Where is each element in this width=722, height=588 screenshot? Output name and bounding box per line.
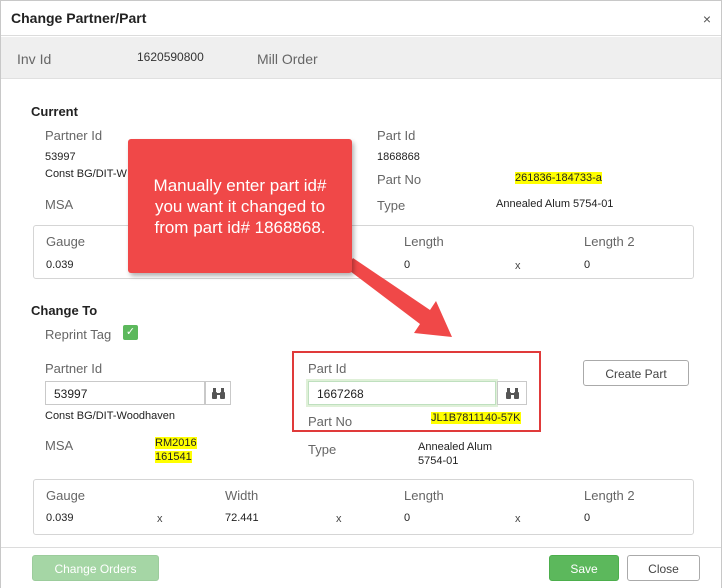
width-value: 72.441 [225,512,259,524]
reprint-tag-checkbox[interactable]: ✓ [123,325,138,340]
length2-value: 0 [584,512,591,524]
msa-label: MSA [45,438,74,453]
current-length-label: Length [404,234,444,249]
partner-id-label: Partner Id [45,361,103,376]
callout-line-2: you want it changed to [154,197,326,216]
current-part-id-label: Part Id [377,128,416,143]
length2-label: Length 2 [584,488,635,503]
change-orders-button[interactable]: Change Orders [32,555,159,581]
current-x-sign: x [515,260,521,272]
binoculars-icon [212,388,225,399]
annotation-highlight-box [292,351,541,432]
x-sign-3: x [515,513,521,525]
close-button[interactable]: Close [627,555,700,581]
partner-name: Const BG/DIT-Woodhaven [45,410,176,422]
length-value: 0 [404,512,411,524]
x-sign-2: x [336,513,342,525]
type-label: Type [308,442,337,457]
save-button[interactable]: Save [549,555,619,581]
width-label: Width [225,488,259,503]
current-part-no-value: 261836-184733-a [515,172,602,184]
current-length2-label: Length 2 [584,234,635,249]
current-type-value: Annealed Alum 5754-01 [496,198,614,210]
partner-id-input[interactable]: 53997 [45,381,205,405]
inventory-info-bar: Inv Id 1620590800 Mill Order [1,37,721,79]
x-sign-1: x [157,513,163,525]
current-msa-label: MSA [45,197,74,212]
current-length2-value: 0 [584,259,591,271]
dialog-footer: Change Orders Save Close [1,547,721,588]
current-partner-name: Const BG/DIT-W [45,168,127,180]
reprint-tag-label: Reprint Tag [45,327,112,342]
callout-line-3: from part id# 1868868. [154,218,326,237]
dialog-title: Change Partner/Part [11,10,147,26]
current-partner-id-value: 53997 [45,151,76,163]
inv-id-value: 1620590800 [137,50,204,64]
annotation-callout: Manually enter part id# you want it chan… [128,139,352,273]
length-label: Length [404,488,444,503]
change-partner-part-dialog: Change Partner/Part × Inv Id 1620590800 … [0,0,722,588]
type-value-line2: 5754-01 [418,455,459,467]
current-partner-id-label: Partner Id [45,128,103,143]
gauge-label: Gauge [46,488,86,503]
partner-search-button[interactable] [205,381,231,405]
gauge-value: 0.039 [46,512,74,524]
new-dimensions-panel: Gauge 0.039 x Width 72.441 x Length 0 x … [33,479,694,535]
create-part-button[interactable]: Create Part [583,360,689,386]
current-type-label: Type [377,198,406,213]
msa-value-line1: RM2016 [155,437,197,449]
current-gauge-label: Gauge [46,234,86,249]
current-part-no-label: Part No [377,172,422,187]
mill-order-label: Mill Order [257,51,318,67]
type-value-line1: Annealed Alum [418,441,492,453]
callout-line-1: Manually enter part id# [153,176,327,195]
close-icon[interactable]: × [703,12,711,26]
dialog-titlebar: Change Partner/Part × [1,1,721,36]
inv-id-label: Inv Id [17,51,52,67]
current-section-title: Current [31,104,78,119]
current-part-id-value: 1868868 [377,151,420,163]
change-to-section-title: Change To [31,303,98,318]
current-length-value: 0 [404,259,411,271]
msa-value-line2: 161541 [155,451,192,463]
current-gauge-value: 0.039 [46,259,74,271]
